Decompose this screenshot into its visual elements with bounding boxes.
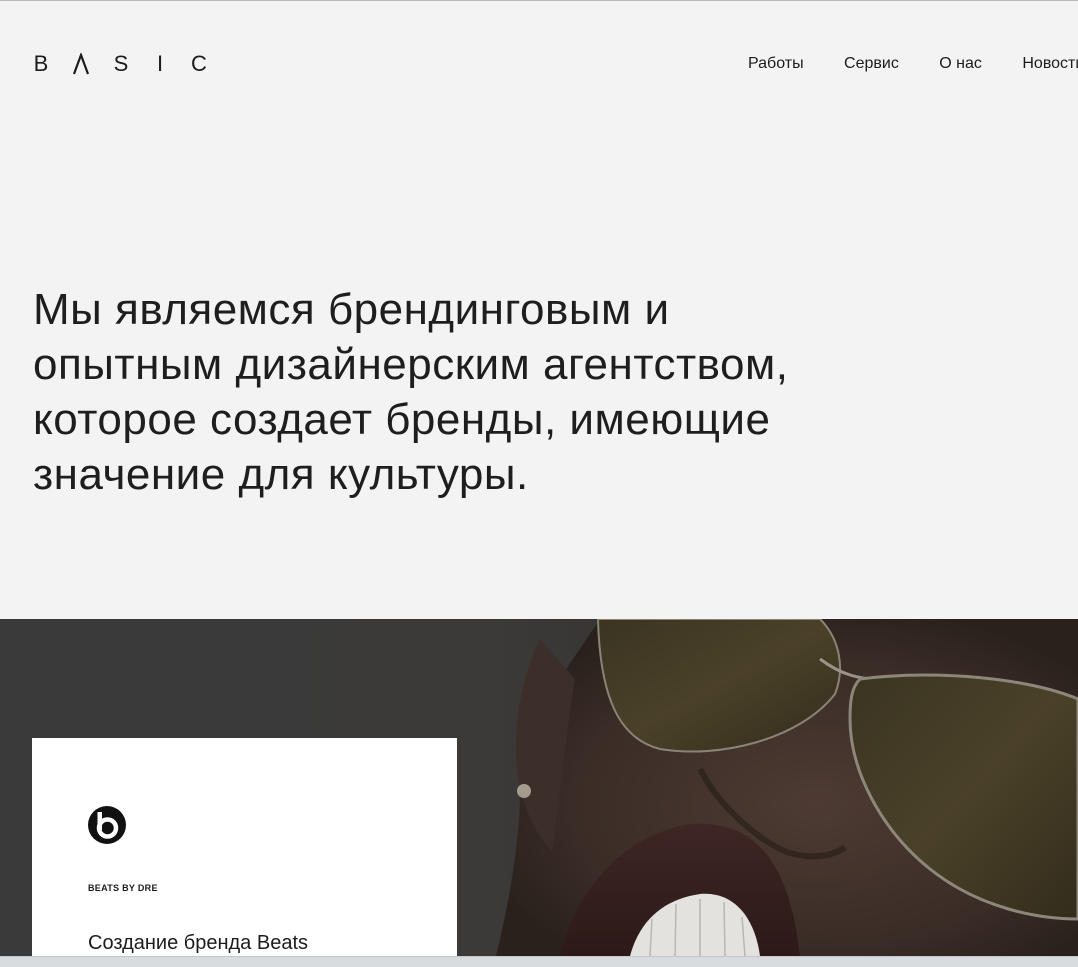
top-border [0, 0, 1078, 1]
nav-item-about[interactable]: О нас [939, 55, 982, 73]
main-nav: Работы Сервис О нас Новости [748, 55, 1078, 73]
nav-item-services[interactable]: Сервис [844, 55, 899, 73]
hero-heading: Мы являемся брендинговым и опытным дизай… [33, 282, 853, 502]
beats-b-logo-icon [88, 806, 126, 844]
hero-line: которое создает бренды, имеющие [33, 395, 771, 444]
hero-line: Мы являемся брендинговым и [33, 285, 670, 334]
project-client-label: BEATS BY DRE [88, 883, 158, 893]
logo-letter-s: S [113, 51, 129, 76]
logo-letter-i: I [156, 51, 164, 76]
nav-item-works[interactable]: Работы [748, 55, 804, 73]
hero-line: опытным дизайнерским агентством, [33, 340, 789, 389]
logo-letter-b: B [33, 51, 49, 76]
project-card[interactable]: BEATS BY DRE Создание бренда Beats [32, 738, 457, 956]
hero-line: значение для культуры. [33, 450, 529, 499]
logo-lambda-icon [72, 53, 90, 75]
logo-letter-c: C [191, 51, 207, 76]
nav-item-news[interactable]: Новости [1022, 55, 1078, 73]
project-title[interactable]: Создание бренда Beats [88, 932, 308, 955]
brand-logo[interactable]: B S I C [33, 51, 207, 77]
bottom-scroll-strip [0, 956, 1078, 967]
